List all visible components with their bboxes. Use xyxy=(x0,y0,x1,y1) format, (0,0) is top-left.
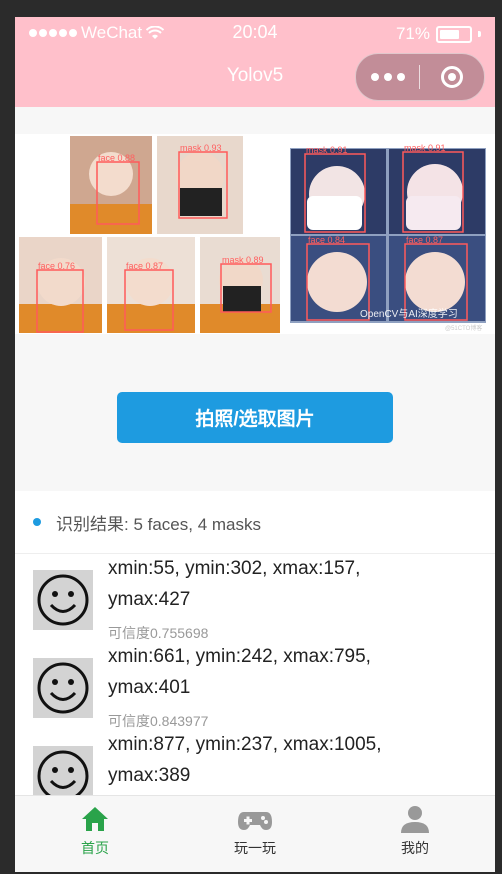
tab-home[interactable]: 首页 xyxy=(15,796,175,872)
more-menu-button[interactable] xyxy=(356,73,419,81)
capture-photo-button[interactable]: 拍照/选取图片 xyxy=(117,392,393,443)
detection-label: face 0.76 xyxy=(38,261,75,271)
tab-label: 玩一玩 xyxy=(234,840,276,856)
tab-play[interactable]: 玩一玩 xyxy=(175,796,335,872)
bbox-coords: xmin:877, ymin:237, xmax:1005, ymax:389 xyxy=(108,734,382,786)
gamepad-icon xyxy=(238,812,272,830)
close-button[interactable] xyxy=(420,66,483,88)
tab-label: 我的 xyxy=(401,840,429,856)
battery-icon xyxy=(436,25,472,43)
detection-image: face 0.88 mask 0.93 face 0.76 face 0.87 … xyxy=(15,134,495,334)
home-icon xyxy=(82,807,108,831)
detection-label: mask 0.91 xyxy=(306,145,348,155)
nav-bar: Yolov5 xyxy=(15,49,495,107)
tab-label: 首页 xyxy=(81,840,109,856)
mini-program-capsule xyxy=(355,53,485,101)
status-bar: WeChat 20:04 71% xyxy=(15,17,495,49)
smiley-icon xyxy=(33,570,93,630)
detection-label: face 0.87 xyxy=(126,261,163,271)
bbox-coords: xmin:661, ymin:242, xmax:795, ymax:401 xyxy=(108,646,371,698)
detection-label: face 0.87 xyxy=(406,235,443,245)
close-icon xyxy=(440,66,463,88)
tab-bar: 首页 玩一玩 我的 xyxy=(15,795,495,872)
image-credit: @51CTO博客 xyxy=(445,324,482,332)
phone-screen: WeChat 20:04 71% Yolov5 face 0.88 mask 0… xyxy=(15,17,495,872)
tab-profile[interactable]: 我的 xyxy=(335,796,495,872)
results-summary: 识别结果: 5 faces, 4 masks xyxy=(56,514,261,534)
watermark: OpenCV与AI深度学习 xyxy=(360,307,458,320)
detection-result-image: face 0.88 mask 0.93 face 0.76 face 0.87 … xyxy=(15,134,495,334)
bbox-coords: xmin:55, ymin:302, xmax:157, ymax:427 xyxy=(108,558,361,610)
detection-label: face 0.84 xyxy=(308,235,345,245)
battery: 71% xyxy=(396,24,481,44)
smiley-icon xyxy=(33,658,93,718)
results-panel: 识别结果: 5 faces, 4 masks xmin:55, ymin:302… xyxy=(15,491,495,811)
confidence: 可信度0.755698 xyxy=(108,625,209,641)
bullet-dot xyxy=(33,518,41,526)
battery-percent: 71% xyxy=(395,24,430,43)
detection-label: mask 0.91 xyxy=(404,143,446,153)
detection-label: mask 0.93 xyxy=(180,143,222,153)
detection-label: face 0.88 xyxy=(98,153,135,163)
confidence: 可信度0.843977 xyxy=(108,713,209,729)
detection-label: mask 0.89 xyxy=(222,255,264,265)
user-icon xyxy=(401,806,429,833)
results-header: 识别结果: 5 faces, 4 masks xyxy=(15,491,495,554)
